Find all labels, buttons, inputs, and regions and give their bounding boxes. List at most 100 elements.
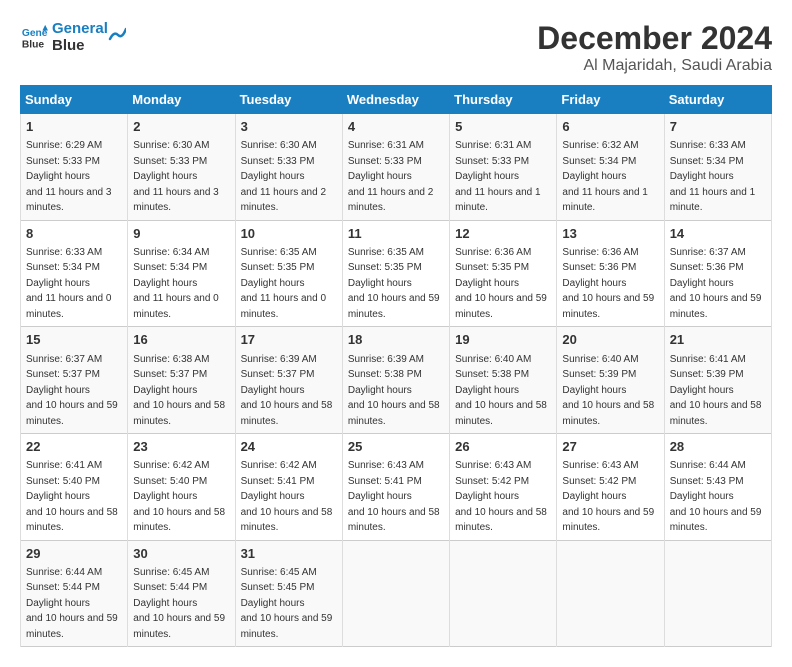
day-number: 19 <box>455 331 551 349</box>
day-number: 4 <box>348 118 444 136</box>
day-number: 2 <box>133 118 229 136</box>
day-cell: 10 Sunrise: 6:35 AMSunset: 5:35 PMDaylig… <box>235 220 342 327</box>
day-number: 20 <box>562 331 658 349</box>
month-title: December 2024 <box>537 20 772 57</box>
day-info: Sunrise: 6:37 AMSunset: 5:37 PMDaylight … <box>26 354 118 427</box>
day-cell <box>342 540 449 647</box>
week-row-2: 8 Sunrise: 6:33 AMSunset: 5:34 PMDayligh… <box>21 220 772 327</box>
day-cell: 6 Sunrise: 6:32 AMSunset: 5:34 PMDayligh… <box>557 114 664 221</box>
day-number: 11 <box>348 225 444 243</box>
day-info: Sunrise: 6:37 AMSunset: 5:36 PMDaylight … <box>670 247 762 320</box>
day-info: Sunrise: 6:38 AMSunset: 5:37 PMDaylight … <box>133 354 225 427</box>
day-info: Sunrise: 6:30 AMSunset: 5:33 PMDaylight … <box>133 140 218 213</box>
day-info: Sunrise: 6:42 AMSunset: 5:41 PMDaylight … <box>241 460 333 533</box>
day-cell: 13 Sunrise: 6:36 AMSunset: 5:36 PMDaylig… <box>557 220 664 327</box>
day-info: Sunrise: 6:43 AMSunset: 5:41 PMDaylight … <box>348 460 440 533</box>
day-cell: 9 Sunrise: 6:34 AMSunset: 5:34 PMDayligh… <box>128 220 235 327</box>
day-cell: 17 Sunrise: 6:39 AMSunset: 5:37 PMDaylig… <box>235 327 342 434</box>
day-number: 16 <box>133 331 229 349</box>
day-info: Sunrise: 6:31 AMSunset: 5:33 PMDaylight … <box>455 140 540 213</box>
day-info: Sunrise: 6:40 AMSunset: 5:39 PMDaylight … <box>562 354 654 427</box>
day-number: 7 <box>670 118 766 136</box>
day-info: Sunrise: 6:40 AMSunset: 5:38 PMDaylight … <box>455 354 547 427</box>
day-number: 31 <box>241 545 337 563</box>
day-cell: 16 Sunrise: 6:38 AMSunset: 5:37 PMDaylig… <box>128 327 235 434</box>
logo-blue: Blue <box>52 37 108 54</box>
day-cell: 28 Sunrise: 6:44 AMSunset: 5:43 PMDaylig… <box>664 434 771 541</box>
day-number: 26 <box>455 438 551 456</box>
day-number: 30 <box>133 545 229 563</box>
day-info: Sunrise: 6:35 AMSunset: 5:35 PMDaylight … <box>348 247 440 320</box>
weekday-header-sunday: Sunday <box>21 86 128 114</box>
day-cell: 27 Sunrise: 6:43 AMSunset: 5:42 PMDaylig… <box>557 434 664 541</box>
weekday-header-thursday: Thursday <box>450 86 557 114</box>
day-info: Sunrise: 6:41 AMSunset: 5:39 PMDaylight … <box>670 354 762 427</box>
weekday-header-tuesday: Tuesday <box>235 86 342 114</box>
day-number: 24 <box>241 438 337 456</box>
day-number: 8 <box>26 225 122 243</box>
day-info: Sunrise: 6:33 AMSunset: 5:34 PMDaylight … <box>670 140 755 213</box>
day-info: Sunrise: 6:39 AMSunset: 5:37 PMDaylight … <box>241 354 333 427</box>
day-number: 9 <box>133 225 229 243</box>
day-cell: 5 Sunrise: 6:31 AMSunset: 5:33 PMDayligh… <box>450 114 557 221</box>
location-title: Al Majaridah, Saudi Arabia <box>537 57 772 75</box>
weekday-header-row: SundayMondayTuesdayWednesdayThursdayFrid… <box>21 86 772 114</box>
week-row-4: 22 Sunrise: 6:41 AMSunset: 5:40 PMDaylig… <box>21 434 772 541</box>
day-cell: 18 Sunrise: 6:39 AMSunset: 5:38 PMDaylig… <box>342 327 449 434</box>
day-number: 1 <box>26 118 122 136</box>
day-number: 6 <box>562 118 658 136</box>
day-info: Sunrise: 6:44 AMSunset: 5:44 PMDaylight … <box>26 567 118 640</box>
day-number: 15 <box>26 331 122 349</box>
day-number: 5 <box>455 118 551 136</box>
day-cell: 8 Sunrise: 6:33 AMSunset: 5:34 PMDayligh… <box>21 220 128 327</box>
week-row-3: 15 Sunrise: 6:37 AMSunset: 5:37 PMDaylig… <box>21 327 772 434</box>
day-cell: 22 Sunrise: 6:41 AMSunset: 5:40 PMDaylig… <box>21 434 128 541</box>
day-cell <box>450 540 557 647</box>
week-row-5: 29 Sunrise: 6:44 AMSunset: 5:44 PMDaylig… <box>21 540 772 647</box>
day-cell: 15 Sunrise: 6:37 AMSunset: 5:37 PMDaylig… <box>21 327 128 434</box>
day-number: 27 <box>562 438 658 456</box>
day-number: 17 <box>241 331 337 349</box>
day-info: Sunrise: 6:43 AMSunset: 5:42 PMDaylight … <box>562 460 654 533</box>
day-cell: 4 Sunrise: 6:31 AMSunset: 5:33 PMDayligh… <box>342 114 449 221</box>
day-info: Sunrise: 6:42 AMSunset: 5:40 PMDaylight … <box>133 460 225 533</box>
day-info: Sunrise: 6:30 AMSunset: 5:33 PMDaylight … <box>241 140 326 213</box>
day-info: Sunrise: 6:35 AMSunset: 5:35 PMDaylight … <box>241 247 326 320</box>
day-number: 14 <box>670 225 766 243</box>
day-info: Sunrise: 6:29 AMSunset: 5:33 PMDaylight … <box>26 140 111 213</box>
day-number: 21 <box>670 331 766 349</box>
day-cell <box>664 540 771 647</box>
day-info: Sunrise: 6:39 AMSunset: 5:38 PMDaylight … <box>348 354 440 427</box>
week-row-1: 1 Sunrise: 6:29 AMSunset: 5:33 PMDayligh… <box>21 114 772 221</box>
logo-general: General <box>52 20 108 37</box>
day-cell: 29 Sunrise: 6:44 AMSunset: 5:44 PMDaylig… <box>21 540 128 647</box>
day-cell: 25 Sunrise: 6:43 AMSunset: 5:41 PMDaylig… <box>342 434 449 541</box>
day-cell: 3 Sunrise: 6:30 AMSunset: 5:33 PMDayligh… <box>235 114 342 221</box>
day-cell: 23 Sunrise: 6:42 AMSunset: 5:40 PMDaylig… <box>128 434 235 541</box>
day-cell <box>557 540 664 647</box>
day-number: 10 <box>241 225 337 243</box>
day-info: Sunrise: 6:32 AMSunset: 5:34 PMDaylight … <box>562 140 647 213</box>
weekday-header-friday: Friday <box>557 86 664 114</box>
day-info: Sunrise: 6:36 AMSunset: 5:36 PMDaylight … <box>562 247 654 320</box>
day-cell: 1 Sunrise: 6:29 AMSunset: 5:33 PMDayligh… <box>21 114 128 221</box>
calendar-table: SundayMondayTuesdayWednesdayThursdayFrid… <box>20 85 772 647</box>
day-number: 22 <box>26 438 122 456</box>
day-cell: 14 Sunrise: 6:37 AMSunset: 5:36 PMDaylig… <box>664 220 771 327</box>
day-cell: 7 Sunrise: 6:33 AMSunset: 5:34 PMDayligh… <box>664 114 771 221</box>
day-number: 3 <box>241 118 337 136</box>
day-info: Sunrise: 6:34 AMSunset: 5:34 PMDaylight … <box>133 247 218 320</box>
day-info: Sunrise: 6:45 AMSunset: 5:45 PMDaylight … <box>241 567 333 640</box>
logo: General Blue General Blue <box>20 20 126 54</box>
day-info: Sunrise: 6:41 AMSunset: 5:40 PMDaylight … <box>26 460 118 533</box>
weekday-header-monday: Monday <box>128 86 235 114</box>
day-cell: 12 Sunrise: 6:36 AMSunset: 5:35 PMDaylig… <box>450 220 557 327</box>
day-info: Sunrise: 6:33 AMSunset: 5:34 PMDaylight … <box>26 247 111 320</box>
day-cell: 20 Sunrise: 6:40 AMSunset: 5:39 PMDaylig… <box>557 327 664 434</box>
header: General Blue General Blue December 2024 … <box>20 20 772 75</box>
day-number: 25 <box>348 438 444 456</box>
day-info: Sunrise: 6:45 AMSunset: 5:44 PMDaylight … <box>133 567 225 640</box>
logo-wave-icon <box>108 21 126 43</box>
day-info: Sunrise: 6:36 AMSunset: 5:35 PMDaylight … <box>455 247 547 320</box>
day-info: Sunrise: 6:44 AMSunset: 5:43 PMDaylight … <box>670 460 762 533</box>
